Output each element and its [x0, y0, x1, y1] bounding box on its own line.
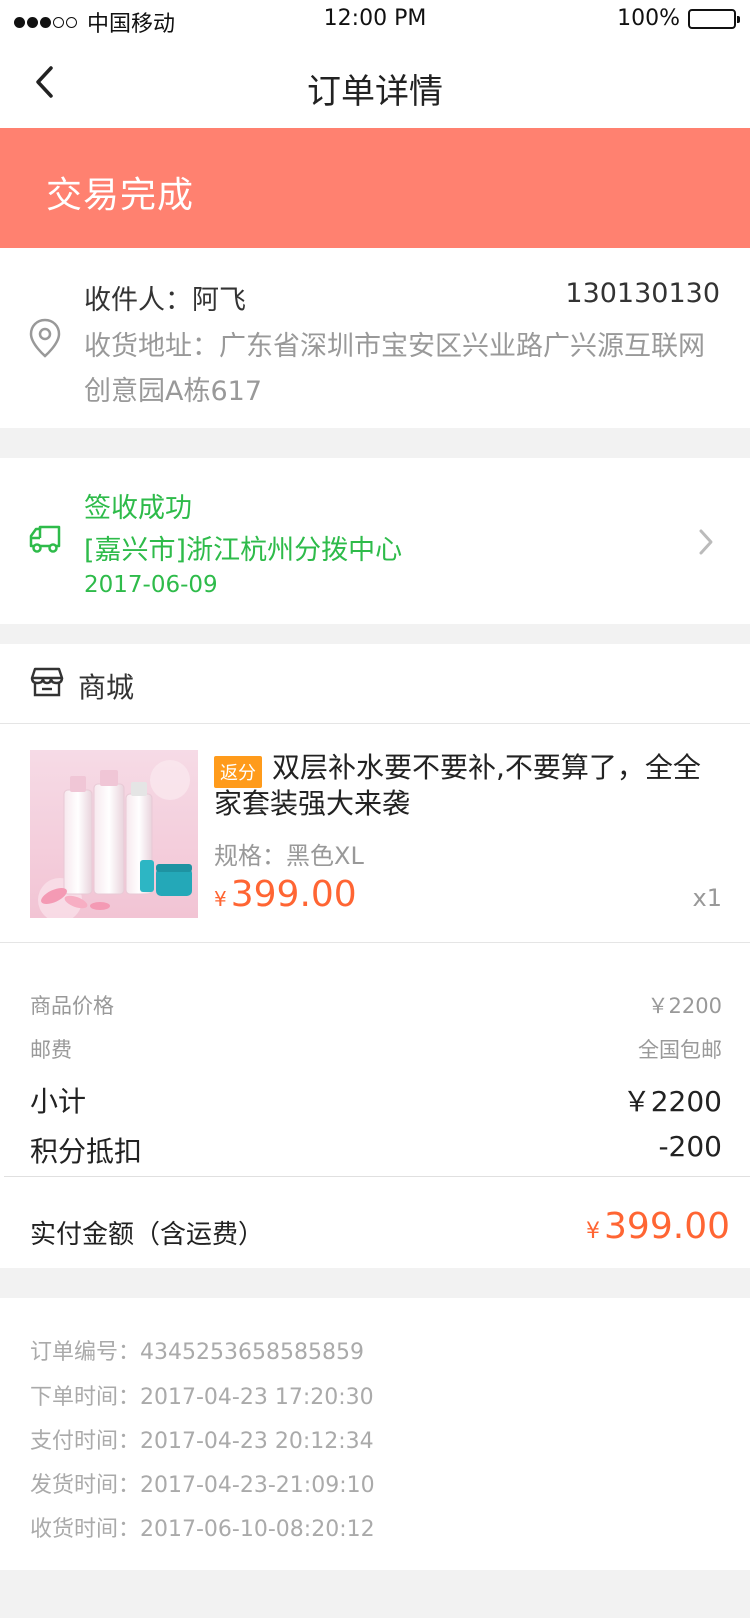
address-detail: 收货地址：广东省深圳市宝安区兴业路广兴源互联网创意园A栋617 [84, 331, 705, 407]
total-paid-value: 399.00 [604, 1206, 730, 1247]
product-quantity: x1 [692, 884, 722, 912]
chevron-right-icon [699, 529, 713, 555]
product-image[interactable] [30, 750, 198, 918]
order-card: 商城 返分 双层补水要不要补,不要算了，全全家套装强大来袭 规格：黑色XL ¥ … [0, 644, 750, 1268]
currency-symbol: ¥ [214, 887, 227, 911]
logistics-location: [嘉兴市]浙江杭州分拨中心 [84, 535, 403, 566]
product-price-value: 399.00 [230, 874, 357, 915]
shipping-fee-row: 邮费 全国包邮 [30, 1034, 722, 1064]
subtotal-value: ￥2200 [622, 1085, 722, 1118]
subtotal-label: 小计 [30, 1085, 87, 1118]
order-created-time: 下单时间：2017-04-23 17:20:30 [30, 1385, 374, 1410]
order-info-section: 订单编号：4345253658585859 下单时间：2017-04-23 17… [0, 1298, 750, 1570]
goods-price-value: ￥2200 [647, 994, 722, 1018]
goods-price-label: 商品价格 [30, 994, 114, 1018]
total-paid-label: 实付金额（含运费） [30, 1220, 265, 1250]
shipping-address-section: 收件人：阿飞 130130130 收货地址：广东省深圳市宝安区兴业路广兴源互联网… [0, 248, 750, 428]
order-status-banner: 交易完成 [0, 128, 750, 248]
product-title[interactable]: 双层补水要不要补,不要算了，全全家套装强大来袭 [214, 750, 714, 822]
logistics-status: 签收成功 [84, 493, 192, 524]
battery-icon [688, 8, 740, 29]
points-value: -200 [658, 1130, 722, 1163]
currency-symbol: ¥ [586, 1219, 601, 1244]
store-header[interactable]: 商城 [0, 644, 750, 724]
logistics-date: 2017-06-09 [84, 572, 218, 598]
status-bar: 中国移动 12:00 PM 100% [0, 0, 750, 40]
product-price: ¥399.00 [214, 874, 357, 915]
status-bar-battery-group: 100% [617, 6, 740, 31]
recipient-phone: 130130130 [565, 278, 720, 309]
logistics-section[interactable]: 签收成功 [嘉兴市]浙江杭州分拨中心 2017-06-09 [0, 458, 750, 624]
divider [4, 1176, 750, 1177]
location-pin-icon [29, 318, 61, 358]
truck-icon [29, 525, 61, 553]
points-deduction-row: 积分抵扣 -200 [30, 1130, 722, 1170]
store-name: 商城 [78, 671, 135, 704]
received-time: 收货时间：2017-06-10-08:20:12 [30, 1517, 375, 1542]
nav-bar: 订单详情 [0, 40, 750, 128]
shipping-time: 发货时间：2017-04-23-21:09:10 [30, 1473, 375, 1498]
goods-price-row: 商品价格 ￥2200 [30, 990, 722, 1020]
battery-percent: 100% [617, 6, 680, 31]
recipient-name: 收件人：阿飞 [84, 285, 246, 316]
subtotal-row: 小计 ￥2200 [30, 1080, 722, 1120]
points-label: 积分抵扣 [30, 1135, 143, 1168]
order-number: 订单编号：4345253658585859 [30, 1340, 364, 1365]
shipping-value: 全国包邮 [638, 1038, 722, 1062]
page-title: 订单详情 [307, 72, 443, 112]
shipping-label: 邮费 [30, 1038, 72, 1062]
order-status-text: 交易完成 [46, 175, 195, 216]
product-spec: 规格：黑色XL [214, 842, 364, 870]
product-item[interactable]: 返分 双层补水要不要补,不要算了，全全家套装强大来袭 规格：黑色XL ¥399.… [0, 724, 750, 943]
payment-time: 支付时间：2017-04-23 20:12:34 [30, 1429, 374, 1454]
store-icon [30, 667, 64, 697]
total-paid-amount: ¥399.00 [586, 1206, 730, 1247]
